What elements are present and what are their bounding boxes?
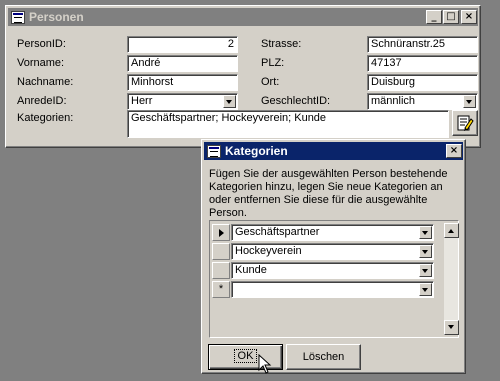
new-category-combo[interactable] [231,281,434,298]
kategorien-titlebar[interactable]: Kategorien × [204,142,463,160]
close-button[interactable]: × [446,144,462,158]
category-value: Geschäftspartner [235,226,320,238]
personen-title: Personen [29,10,84,24]
vorname-label: Vorname: [17,57,65,69]
record-selector-current[interactable] [212,224,230,241]
category-combo[interactable]: Kunde [231,262,434,279]
personen-titlebar[interactable]: Personen _ □ × [8,8,478,26]
nachname-label: Nachname: [17,76,74,88]
category-combo[interactable]: Geschäftspartner [231,224,434,241]
category-value: Hockeyverein [235,245,302,257]
vorname-field[interactable]: André [127,55,238,72]
record-selector[interactable] [212,243,230,260]
notepad-pencil-icon [457,115,474,131]
chevron-down-icon[interactable] [463,95,476,108]
scroll-down-icon[interactable] [444,320,459,335]
nachname-field[interactable]: Minhorst [127,74,238,91]
anredeid-value: Herr [131,95,153,107]
geschlechtid-combo[interactable]: männlich [367,93,478,110]
kategorien-label: Kategorien: [17,112,74,124]
ok-label: OK [233,349,258,363]
mouse-cursor-icon [258,354,272,374]
chevron-down-icon[interactable] [419,245,432,258]
chevron-down-icon[interactable] [419,226,432,239]
edit-categories-button[interactable] [452,110,478,136]
chevron-down-icon[interactable] [419,283,432,296]
kategorien-title: Kategorien [225,144,288,158]
form-icon [207,144,221,158]
scroll-up-icon[interactable] [444,223,459,238]
ort-field[interactable]: Duisburg [367,74,478,91]
kategorien-dialog: Kategorien × Fügen Sie der ausgewählten … [201,139,466,374]
dialog-description: Fügen Sie der ausgewählten Person besteh… [209,168,448,219]
ort-label: Ort: [261,76,280,88]
chevron-down-icon[interactable] [419,264,432,277]
anredeid-combo[interactable]: Herr [127,93,238,110]
strasse-label: Strasse: [261,38,302,50]
form-icon [11,10,25,24]
anredeid-label: AnredeID: [17,95,67,107]
new-record-selector[interactable]: * [212,281,230,298]
geschlechtid-value: männlich [371,95,416,107]
personen-window: Personen _ □ × PersonID: 2 Vorname: Andr… [5,5,481,148]
loeschen-button[interactable]: Löschen [286,344,361,370]
loeschen-label: Löschen [302,351,345,363]
close-button[interactable]: × [461,10,477,24]
categories-subform: Geschäftspartner Hockeyverein Kunde * [209,220,459,338]
category-value: Kunde [235,264,267,276]
strasse-field[interactable]: Schnüranstr.25 [367,36,478,53]
kategorien-field[interactable]: Geschäftspartner; Hockeyverein; Kunde [127,110,449,138]
category-combo[interactable]: Hockeyverein [231,243,434,260]
vertical-scrollbar[interactable] [443,223,459,335]
personid-field[interactable]: 2 [127,36,238,53]
minimize-button[interactable]: _ [426,10,442,24]
personid-label: PersonID: [17,38,66,50]
maximize-button[interactable]: □ [443,10,459,24]
plz-field[interactable]: 47137 [367,55,478,72]
chevron-down-icon[interactable] [223,95,236,108]
geschlechtid-label: GeschlechtID: [261,95,331,107]
record-selector[interactable] [212,262,230,279]
plz-label: PLZ: [261,57,285,69]
